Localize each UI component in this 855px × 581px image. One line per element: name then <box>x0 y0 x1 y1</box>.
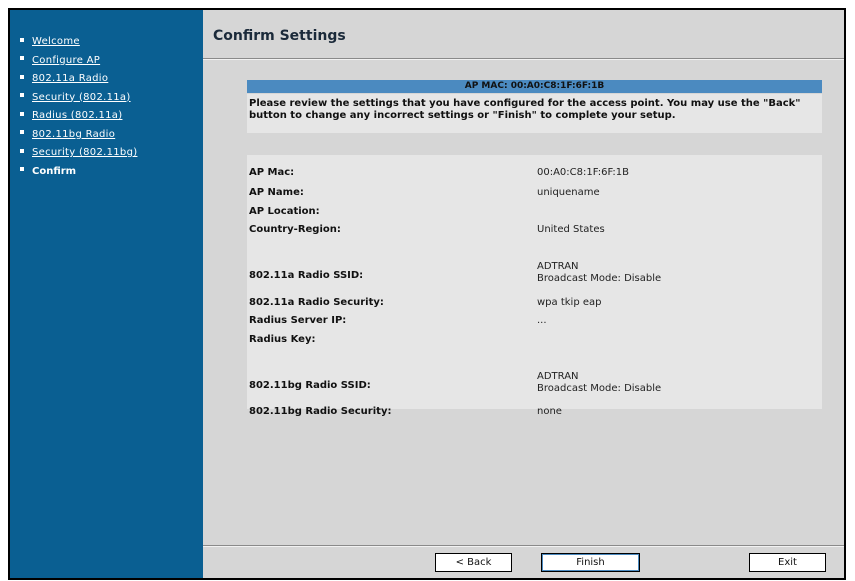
label-country: Country-Region: <box>249 224 341 235</box>
label-80211bg-security: 802.11bg Radio Security: <box>249 406 392 417</box>
label-ap-name: AP Name: <box>249 187 304 198</box>
ssid-80211a: ADTRAN <box>537 261 579 272</box>
value-ap-mac: 00:A0:C8:1F:6F:1B <box>537 167 630 178</box>
nav-item-80211bg-radio: 802.11bg Radio <box>10 123 203 142</box>
broadcast-80211a: Broadcast Mode: Disable <box>537 273 662 284</box>
nav-link-security-80211bg[interactable]: Security (802.11bg) <box>32 147 137 158</box>
sidebar: Welcome Configure AP 802.11a Radio Secur… <box>10 10 203 578</box>
finish-button[interactable]: Finish <box>541 553 640 572</box>
label-80211bg-ssid: 802.11bg Radio SSID: <box>249 380 371 391</box>
bullet-icon <box>20 111 24 116</box>
nav-item-confirm: Confirm <box>10 160 203 179</box>
value-radius-ip: ... <box>537 315 547 326</box>
back-button[interactable]: < Back <box>435 553 512 572</box>
nav-link-80211a-radio[interactable]: 802.11a Radio <box>32 73 108 84</box>
value-ap-name: uniquename <box>537 187 600 198</box>
label-ap-location: AP Location: <box>249 206 320 217</box>
page-title: Confirm Settings <box>213 28 346 44</box>
value-80211a-ssid: ADTRAN Broadcast Mode: Disable <box>537 261 661 285</box>
divider <box>203 545 844 547</box>
ssid-80211bg: ADTRAN <box>537 371 579 382</box>
nav-list: Welcome Configure AP 802.11a Radio Secur… <box>10 30 203 178</box>
bullet-icon <box>20 148 24 153</box>
value-country: United States <box>537 224 605 235</box>
nav-item-security-80211bg: Security (802.11bg) <box>10 141 203 160</box>
instructions-text: Please review the settings that you have… <box>247 94 822 133</box>
bullet-icon <box>20 167 24 171</box>
value-80211bg-security: none <box>537 406 562 417</box>
exit-button[interactable]: Exit <box>749 553 826 572</box>
label-radius-key: Radius Key: <box>249 334 316 345</box>
value-80211bg-ssid: ADTRAN Broadcast Mode: Disable <box>537 371 661 395</box>
label-ap-mac: AP Mac: <box>249 167 295 178</box>
settings-summary: AP Mac: 00:A0:C8:1F:6F:1B AP Name: uniqu… <box>247 155 822 417</box>
nav-item-security-80211a: Security (802.11a) <box>10 86 203 105</box>
bullet-icon <box>20 37 24 42</box>
bullet-icon <box>20 56 24 60</box>
main-panel: Confirm Settings AP MAC: 00:A0:C8:1F:6F:… <box>203 10 844 578</box>
nav-link-welcome[interactable]: Welcome <box>32 36 80 47</box>
divider <box>203 58 844 60</box>
wizard-window: Welcome Configure AP 802.11a Radio Secur… <box>8 8 846 580</box>
nav-item-80211a-radio: 802.11a Radio <box>10 67 203 86</box>
value-80211a-security: wpa tkip eap <box>537 297 602 308</box>
label-80211a-ssid: 802.11a Radio SSID: <box>249 270 364 281</box>
bullet-icon <box>20 93 24 97</box>
bullet-icon <box>20 74 24 79</box>
bullet-icon <box>20 130 24 134</box>
nav-current-confirm: Confirm <box>32 165 77 177</box>
broadcast-80211bg: Broadcast Mode: Disable <box>537 383 662 394</box>
nav-link-configure-ap[interactable]: Configure AP <box>32 55 100 66</box>
nav-link-security-80211a[interactable]: Security (802.11a) <box>32 92 131 103</box>
nav-item-radius-80211a: Radius (802.11a) <box>10 104 203 123</box>
nav-item-configure-ap: Configure AP <box>10 49 203 68</box>
nav-link-radius-80211a[interactable]: Radius (802.11a) <box>32 110 122 121</box>
nav-link-80211bg-radio[interactable]: 802.11bg Radio <box>32 129 115 140</box>
ap-mac-banner: AP MAC: 00:A0:C8:1F:6F:1B <box>247 80 822 93</box>
nav-item-welcome: Welcome <box>10 30 203 49</box>
label-80211a-security: 802.11a Radio Security: <box>249 297 384 308</box>
label-radius-ip: Radius Server IP: <box>249 315 347 326</box>
